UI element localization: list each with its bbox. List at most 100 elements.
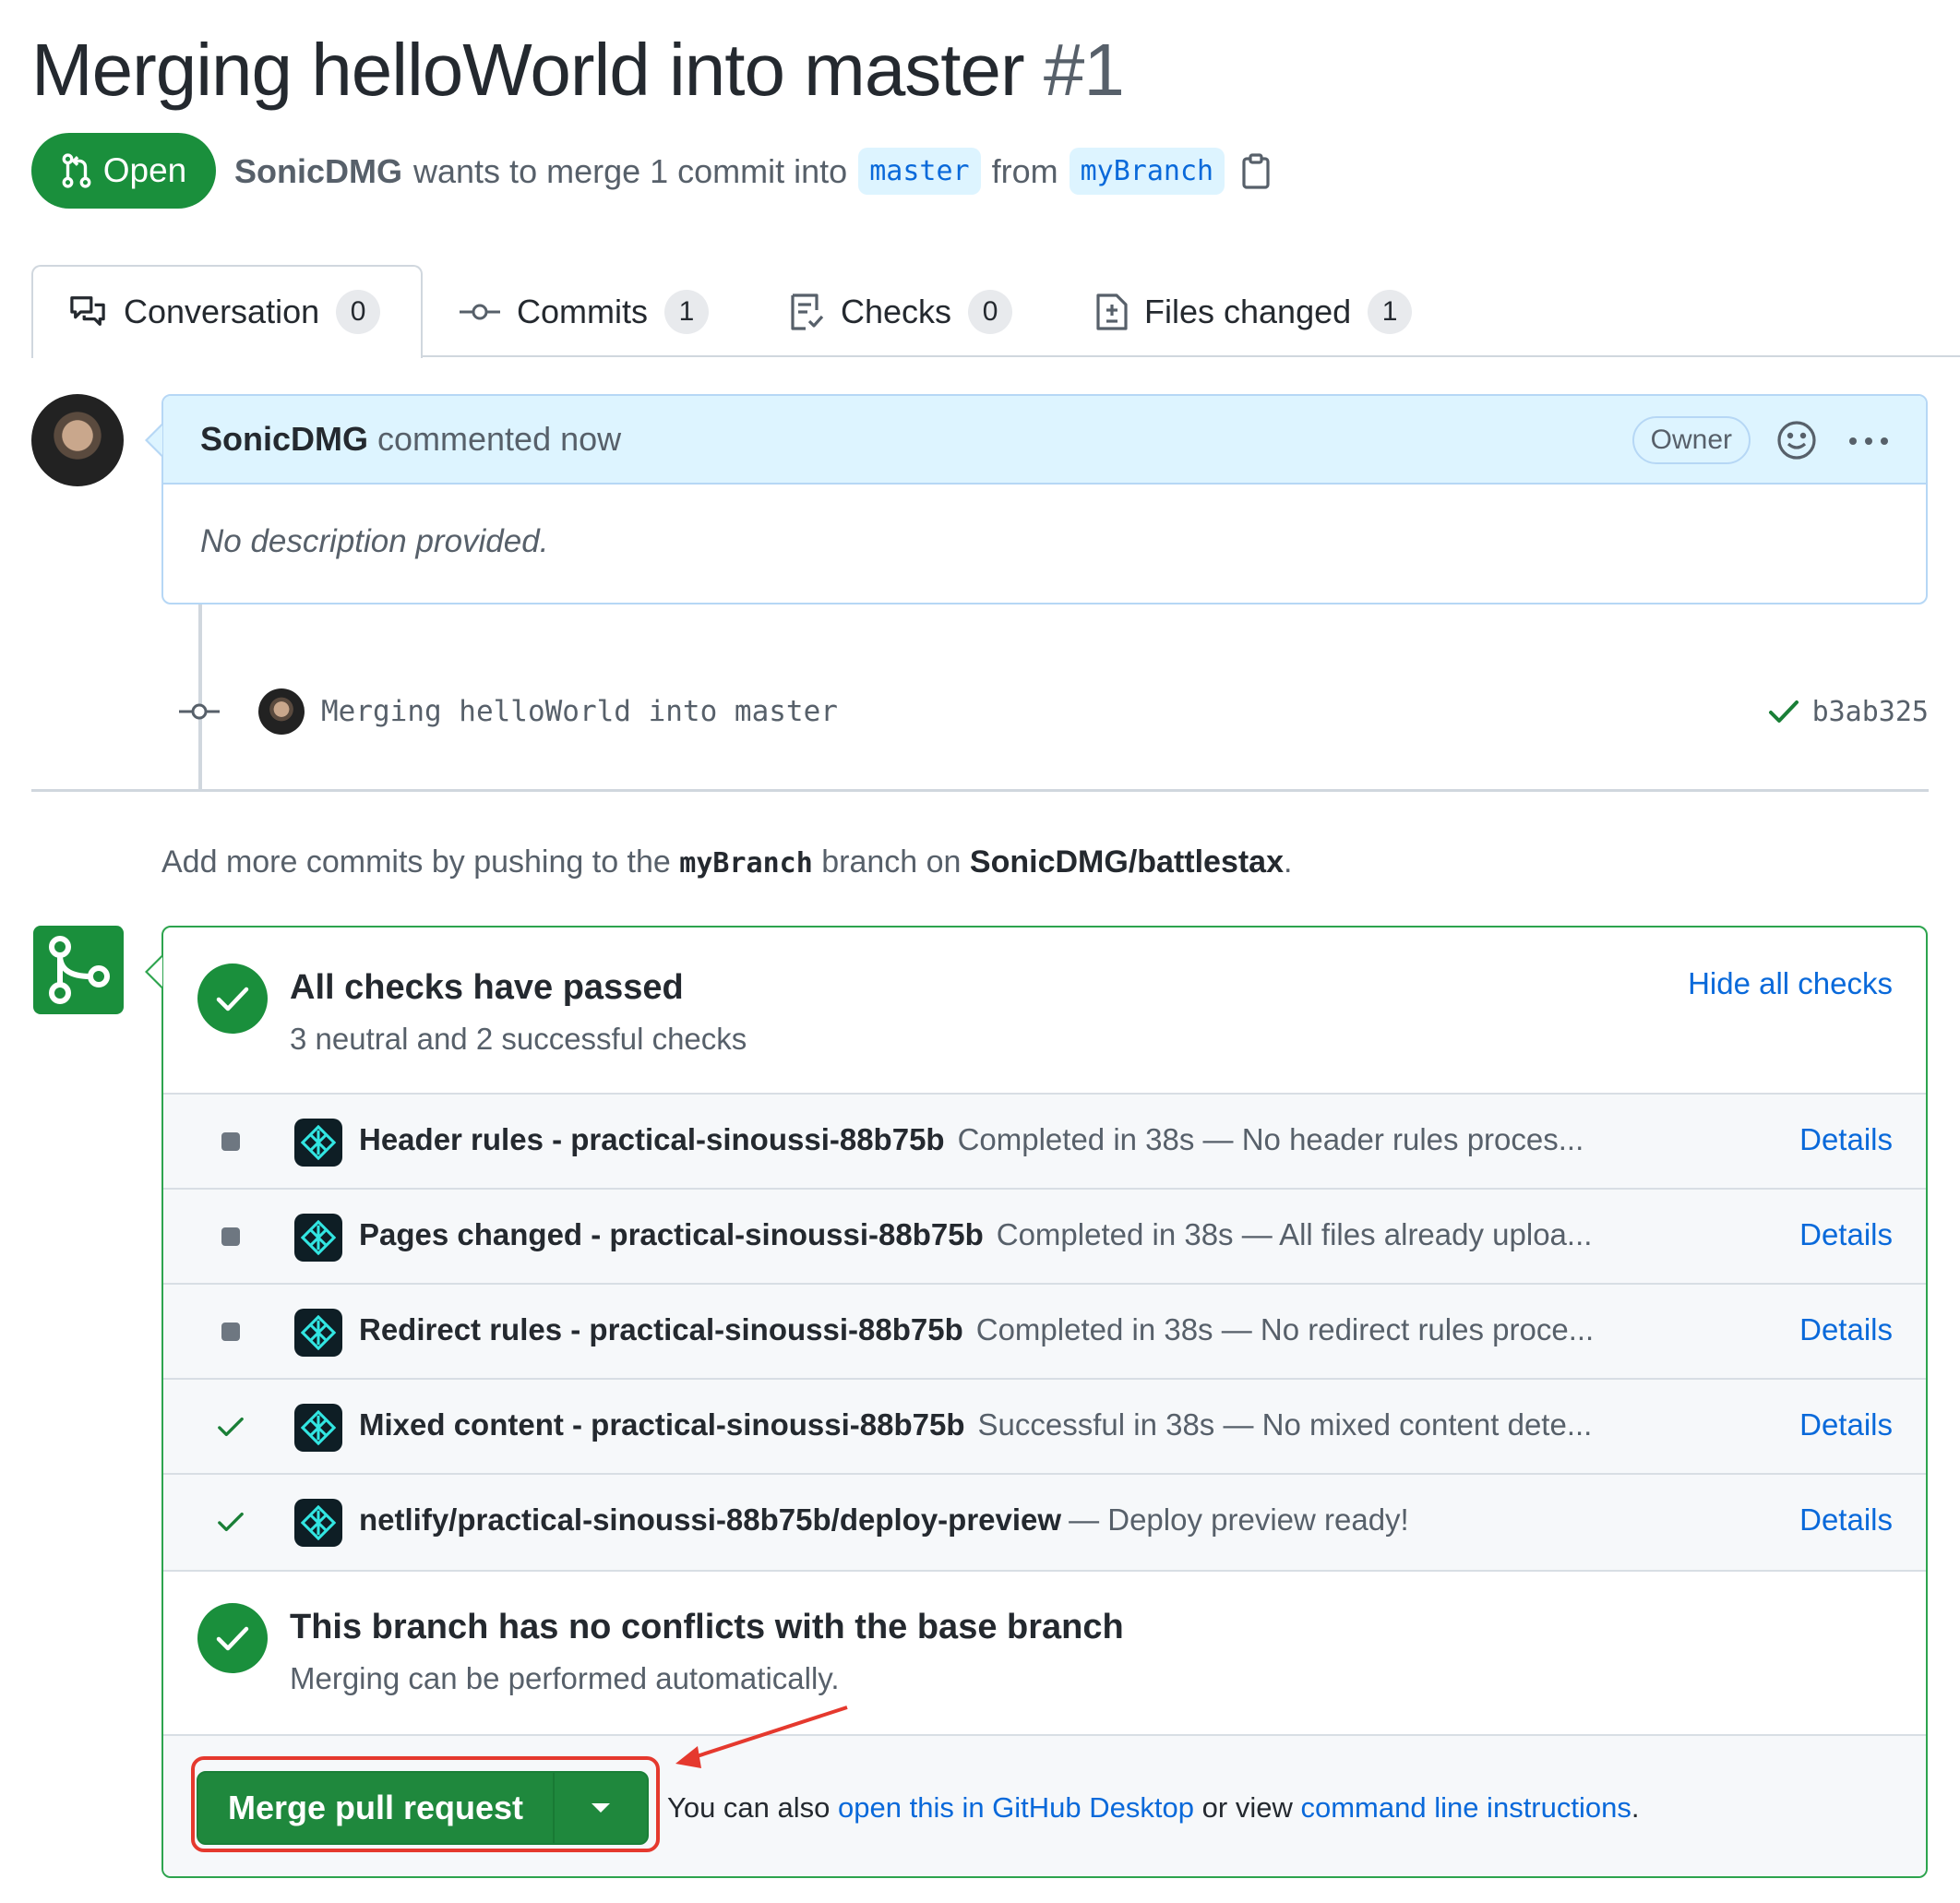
merge-caret-fill — [148, 957, 162, 987]
pr-number: #1 — [1043, 29, 1125, 111]
check-icon[interactable] — [1768, 699, 1799, 724]
checks-passed-badge — [197, 963, 268, 1034]
avatar[interactable] — [31, 394, 124, 486]
hide-all-checks-link[interactable]: Hide all checks — [1688, 966, 1893, 1001]
check-name: Pages changed - practical-sinoussi-88b75… — [359, 1217, 984, 1251]
footer-middle: or view — [1201, 1791, 1293, 1824]
comment-body: No description provided. — [200, 523, 549, 559]
timeline-divider — [31, 789, 1929, 792]
success-check-icon — [217, 1413, 245, 1441]
details-link[interactable]: Details — [1799, 1122, 1893, 1157]
neutral-status-icon — [217, 1318, 245, 1346]
comment-action[interactable]: commented now — [377, 420, 621, 459]
check-item: Header rules - practical-sinoussi-88b75b… — [163, 1095, 1926, 1190]
footer-prefix: You can also — [667, 1791, 831, 1824]
check-desc: Completed in 38s — All files already upl… — [996, 1217, 1593, 1251]
tab-label: Files changed — [1144, 293, 1352, 330]
pull-request-icon — [62, 153, 91, 188]
merge-status-icon — [33, 926, 124, 1014]
conversation-icon — [70, 296, 105, 326]
neutral-status-icon — [217, 1223, 245, 1251]
check-text: Redirect rules - practical-sinoussi-88b7… — [359, 1312, 1594, 1347]
commit-sha[interactable]: b3ab325 — [1812, 696, 1929, 728]
success-check-icon — [217, 1508, 245, 1536]
commit-icon — [179, 703, 220, 720]
pr-meta: SonicDMG wants to merge 1 commit into ma… — [234, 148, 1271, 195]
state-label: Open — [102, 151, 187, 189]
commit-avatar[interactable] — [258, 688, 305, 735]
state-badge-open: Open — [31, 133, 216, 209]
check-item: Pages changed - practical-sinoussi-88b75… — [163, 1190, 1926, 1285]
details-link[interactable]: Details — [1799, 1312, 1893, 1347]
merge-footer-text: You can also open this in GitHub Desktop… — [667, 1791, 1639, 1825]
pr-from-text: from — [991, 151, 1058, 190]
tab-commits[interactable]: Commits 1 — [460, 286, 709, 338]
check-item: Redirect rules - practical-sinoussi-88b7… — [163, 1285, 1926, 1380]
tab-counter: 1 — [1368, 290, 1413, 334]
add-commits-suffix: . — [1284, 844, 1293, 880]
check-text: Header rules - practical-sinoussi-88b75b… — [359, 1122, 1584, 1157]
annotation-highlight-box — [191, 1756, 660, 1852]
check-icon — [216, 1626, 249, 1651]
netlify-logo-icon — [294, 1309, 342, 1357]
netlify-logo-icon — [294, 1499, 342, 1547]
netlify-logo-icon — [294, 1214, 342, 1262]
details-link[interactable]: Details — [1799, 1407, 1893, 1442]
base-branch[interactable]: master — [858, 148, 981, 195]
check-name: Header rules - practical-sinoussi-88b75b — [359, 1122, 945, 1156]
kebab-horizontal-icon[interactable] — [1848, 437, 1889, 446]
check-name: netlify/practical-sinoussi-88b75b/deploy… — [359, 1502, 1062, 1537]
check-desc: Completed in 38s — No header rules proce… — [957, 1122, 1584, 1156]
tab-conversation[interactable]: Conversation 0 — [68, 286, 381, 338]
no-conflicts-badge — [197, 1603, 268, 1673]
checks-title: All checks have passed — [290, 968, 684, 1007]
open-github-desktop-link[interactable]: open this in GitHub Desktop — [838, 1791, 1194, 1824]
annotation-arrow-icon — [675, 1706, 848, 1768]
tab-label: Commits — [517, 293, 648, 330]
file-diff-icon — [1096, 293, 1128, 330]
add-commits-prefix: Add more commits by pushing to the — [161, 844, 671, 880]
comment-box: SonicDMG commented now Owner No descript… — [161, 394, 1928, 604]
conflicts-subtitle: Merging can be performed automatically. — [290, 1661, 840, 1695]
netlify-logo-icon — [294, 1119, 342, 1167]
check-name: Redirect rules - practical-sinoussi-88b7… — [359, 1312, 963, 1346]
tab-counter: 0 — [968, 290, 1013, 334]
comment-header: SonicDMG commented now Owner — [163, 396, 1926, 485]
git-merge-icon — [49, 936, 110, 1004]
copy-clipboard-icon[interactable] — [1241, 152, 1271, 190]
check-name: Mixed content - practical-sinoussi-88b75… — [359, 1407, 965, 1442]
checks-list: Header rules - practical-sinoussi-88b75b… — [163, 1093, 1926, 1572]
tab-checks[interactable]: Checks 0 — [789, 286, 1013, 338]
check-text: Pages changed - practical-sinoussi-88b75… — [359, 1217, 1592, 1252]
smiley-icon[interactable] — [1776, 420, 1817, 461]
page-title: Merging helloWorld into master #1 — [31, 28, 1125, 113]
details-link[interactable]: Details — [1799, 1502, 1893, 1538]
tab-counter: 0 — [336, 290, 381, 334]
commit-icon — [460, 304, 500, 320]
footer-suffix: . — [1631, 1791, 1640, 1824]
commit-message[interactable]: Merging helloWorld into master — [321, 695, 838, 728]
pr-author[interactable]: SonicDMG — [234, 152, 402, 191]
merge-box: All checks have passed 3 neutral and 2 s… — [161, 926, 1928, 1878]
pr-title-text: Merging helloWorld into master — [31, 29, 1025, 111]
tab-label: Checks — [841, 293, 952, 330]
check-desc: Completed in 38s — No redirect rules pro… — [975, 1312, 1595, 1346]
conflicts-title: This branch has no conflicts with the ba… — [290, 1608, 1124, 1646]
checks-subtitle: 3 neutral and 2 successful checks — [290, 1022, 747, 1056]
add-commits-branch: myBranch — [679, 847, 813, 880]
check-desc: — Deploy preview ready! — [1069, 1502, 1409, 1537]
comment-author[interactable]: SonicDMG — [200, 420, 368, 459]
commit-sha-group: b3ab325 — [1768, 696, 1929, 728]
tab-files-changed[interactable]: Files changed 1 — [1096, 286, 1413, 338]
add-commits-middle: branch on — [821, 844, 962, 880]
check-item: Mixed content - practical-sinoussi-88b75… — [163, 1380, 1926, 1475]
head-branch[interactable]: myBranch — [1069, 148, 1225, 195]
add-commits-hint: Add more commits by pushing to the myBra… — [161, 844, 1292, 880]
checklist-icon — [791, 293, 824, 330]
commit-row: Merging helloWorld into master b3ab325 — [175, 681, 1929, 742]
tab-counter: 1 — [664, 290, 709, 334]
neutral-status-icon — [217, 1128, 245, 1155]
command-line-instructions-link[interactable]: command line instructions — [1300, 1791, 1631, 1824]
details-link[interactable]: Details — [1799, 1217, 1893, 1252]
owner-badge: Owner — [1631, 416, 1751, 464]
